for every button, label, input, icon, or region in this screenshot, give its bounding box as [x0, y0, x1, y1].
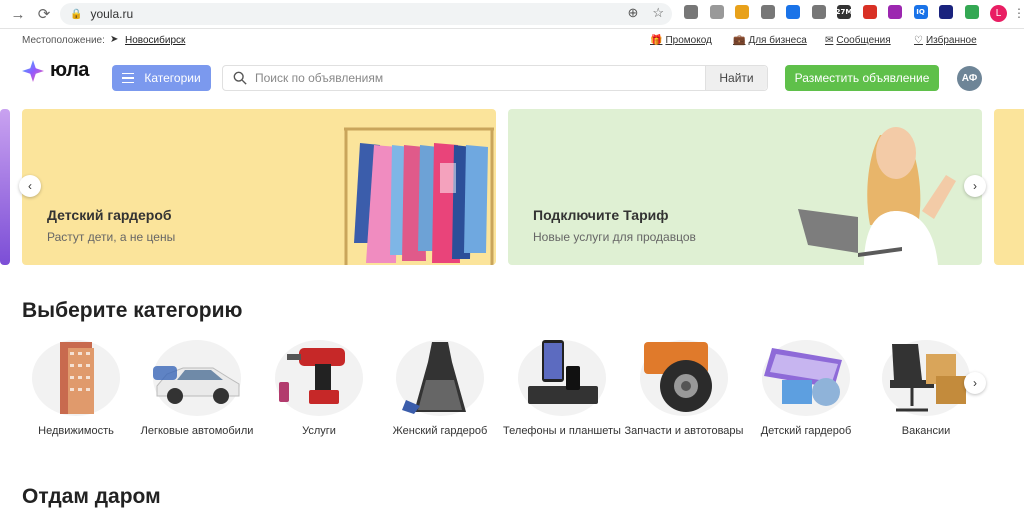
banner-1-subtitle: Растут дети, а не цены — [47, 230, 176, 244]
promo-link-label: Промокод — [665, 35, 712, 46]
browser-toolbar: → ⟳ 🔒 youla.ru ⊕ ☆ 27M IQ L ⋮ — [0, 0, 1024, 29]
woman-laptop-illustration — [798, 127, 956, 265]
category-auto-parts[interactable]: Запчасти и автотовары — [624, 340, 744, 439]
category-section-title: Выберите категорию — [22, 299, 243, 322]
banner-prev-arrow-icon[interactable]: ‹ — [19, 175, 41, 197]
ext-11-icon[interactable] — [939, 5, 953, 19]
banner-next-arrow-icon[interactable]: › — [964, 175, 986, 197]
profile-avatar[interactable]: L — [990, 5, 1007, 22]
location-city-link[interactable]: Новосибирск — [125, 35, 185, 46]
ext-3-icon[interactable] — [735, 5, 749, 19]
category-label: Запчасти и автотовары — [624, 425, 744, 437]
ext-5-icon[interactable] — [786, 5, 800, 19]
clothes-rack-illustration — [344, 127, 494, 265]
category-label: Женский гардероб — [392, 425, 488, 437]
user-avatar[interactable]: АФ — [957, 66, 982, 91]
envelope-icon: ✉ — [825, 35, 834, 46]
banner-kids-wardrobe[interactable]: Детский гардероб Растут дети, а не цены — [22, 109, 496, 265]
heart-icon: ♡ — [914, 35, 923, 46]
ext-7-icon[interactable]: 27M — [836, 5, 852, 19]
tire-icon — [640, 340, 728, 416]
find-button[interactable]: Найти — [705, 66, 767, 90]
banner-next-peek[interactable] — [994, 109, 1024, 265]
ext-9-icon[interactable] — [888, 5, 902, 19]
kids-clothes-icon — [762, 340, 850, 416]
search-bar: Найти — [222, 65, 768, 91]
favorites-link-label: Избранное — [925, 35, 977, 46]
ext-2-icon[interactable] — [709, 5, 724, 19]
gift-icon: 🎁 — [650, 35, 663, 46]
building-icon — [32, 340, 120, 416]
category-womens-wardrobe[interactable]: Женский гардероб — [380, 340, 500, 439]
favorites-link[interactable]: ♡ Избранное — [914, 35, 977, 46]
ext-10-icon[interactable]: IQ — [913, 5, 928, 19]
business-link-label: Для бизнеса — [748, 35, 807, 46]
ext-12-icon[interactable] — [964, 5, 979, 19]
reload-icon[interactable]: ⟳ — [34, 4, 54, 24]
category-services[interactable]: Услуги — [259, 340, 379, 439]
logo-star-icon — [22, 59, 44, 82]
category-label: Вакансии — [901, 425, 951, 437]
back-arrow-icon[interactable]: → — [8, 4, 28, 24]
site-logo[interactable]: юла — [22, 59, 89, 82]
address-bar[interactable]: 🔒 youla.ru ⊕ ☆ — [60, 3, 672, 25]
url-text: youla.ru — [90, 7, 134, 21]
place-ad-button[interactable]: Разместить объявление — [785, 65, 939, 91]
categories-button[interactable]: Категории — [112, 65, 211, 91]
browser-menu-icon[interactable]: ⋮ — [1013, 6, 1024, 20]
ext-8-icon[interactable] — [862, 5, 877, 19]
gift-section-title: Отдам даром — [22, 485, 161, 508]
location-label: Местоположение: — [22, 35, 105, 46]
category-label: Телефоны и планшеты — [503, 425, 621, 437]
lock-icon: 🔒 — [70, 8, 83, 20]
promo-link[interactable]: 🎁 Промокод — [650, 35, 712, 46]
dress-icon — [396, 340, 484, 416]
menu-icon — [122, 72, 135, 84]
ext-4-icon[interactable] — [760, 5, 775, 19]
logo-text: юла — [50, 59, 89, 81]
category-label: Услуги — [302, 425, 336, 437]
banner-2-title: Подключите Тариф — [533, 207, 669, 223]
categories-next-arrow-icon[interactable]: › — [964, 372, 986, 394]
banner-2-subtitle: Новые услуги для продавцов — [533, 230, 696, 244]
messages-link-label: Сообщения — [836, 35, 891, 46]
banner-tariff[interactable]: Подключите Тариф Новые услуги для продав… — [508, 109, 982, 265]
category-label: Недвижимость — [38, 425, 114, 437]
banner-1-title: Детский гардероб — [47, 207, 172, 223]
drill-icon — [275, 340, 363, 416]
category-phones[interactable]: Телефоны и планшеты — [502, 340, 622, 439]
categories-button-label: Категории — [144, 71, 201, 85]
zoom-icon[interactable]: ⊕ — [627, 5, 638, 21]
category-cars[interactable]: Легковые автомобили — [137, 340, 257, 439]
phone-icon — [518, 340, 606, 416]
category-label: Детский гардероб — [760, 425, 852, 437]
category-kids-wardrobe[interactable]: Детский гардероб — [746, 340, 866, 439]
category-label: Легковые автомобили — [140, 425, 254, 437]
office-chair-icon — [882, 340, 970, 416]
messages-link[interactable]: ✉ Сообщения — [825, 35, 891, 46]
business-link[interactable]: 💼 Для бизнеса — [733, 35, 807, 46]
location-arrow-icon: ➤ — [110, 34, 119, 45]
ext-6-icon[interactable] — [811, 5, 826, 19]
ext-1-icon[interactable] — [684, 5, 698, 19]
category-real-estate[interactable]: Недвижимость — [16, 340, 136, 439]
car-icon — [153, 340, 241, 416]
briefcase-icon: 💼 — [733, 35, 746, 46]
bookmark-star-icon[interactable]: ☆ — [652, 5, 664, 21]
search-icon — [233, 71, 247, 85]
search-input[interactable] — [255, 71, 705, 85]
banner-prev-peek[interactable] — [0, 109, 10, 265]
utility-bar: Местоположение: ➤ Новосибирск 🎁 Промокод … — [0, 31, 1024, 49]
